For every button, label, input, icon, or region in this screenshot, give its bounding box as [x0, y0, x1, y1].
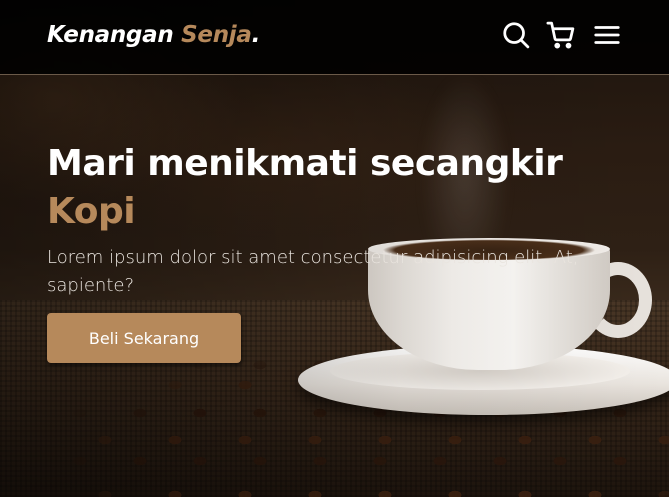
brand-logo[interactable]: Kenangan Senja. — [47, 22, 260, 48]
hero-title-accent: Kopi — [47, 191, 136, 232]
hero-description: Lorem ipsum dolor sit amet consectetur a… — [47, 247, 579, 296]
brand-accent: Senja — [181, 22, 252, 48]
brand-dot: . — [251, 22, 261, 48]
buy-now-button[interactable]: Beli Sekarang — [47, 313, 241, 363]
navbar: Kenangan Senja. — [0, 0, 669, 75]
hero-content: Mari menikmati secangkir Kopi Lorem ipsu… — [47, 140, 637, 300]
hero-title: Mari menikmati secangkir Kopi — [47, 140, 637, 236]
cart-icon[interactable] — [546, 20, 576, 50]
menu-icon[interactable] — [592, 20, 622, 50]
hero-title-line: Mari menikmati secangkir — [47, 143, 563, 184]
brand-name: Kenangan — [47, 22, 174, 48]
search-icon[interactable] — [501, 20, 531, 50]
